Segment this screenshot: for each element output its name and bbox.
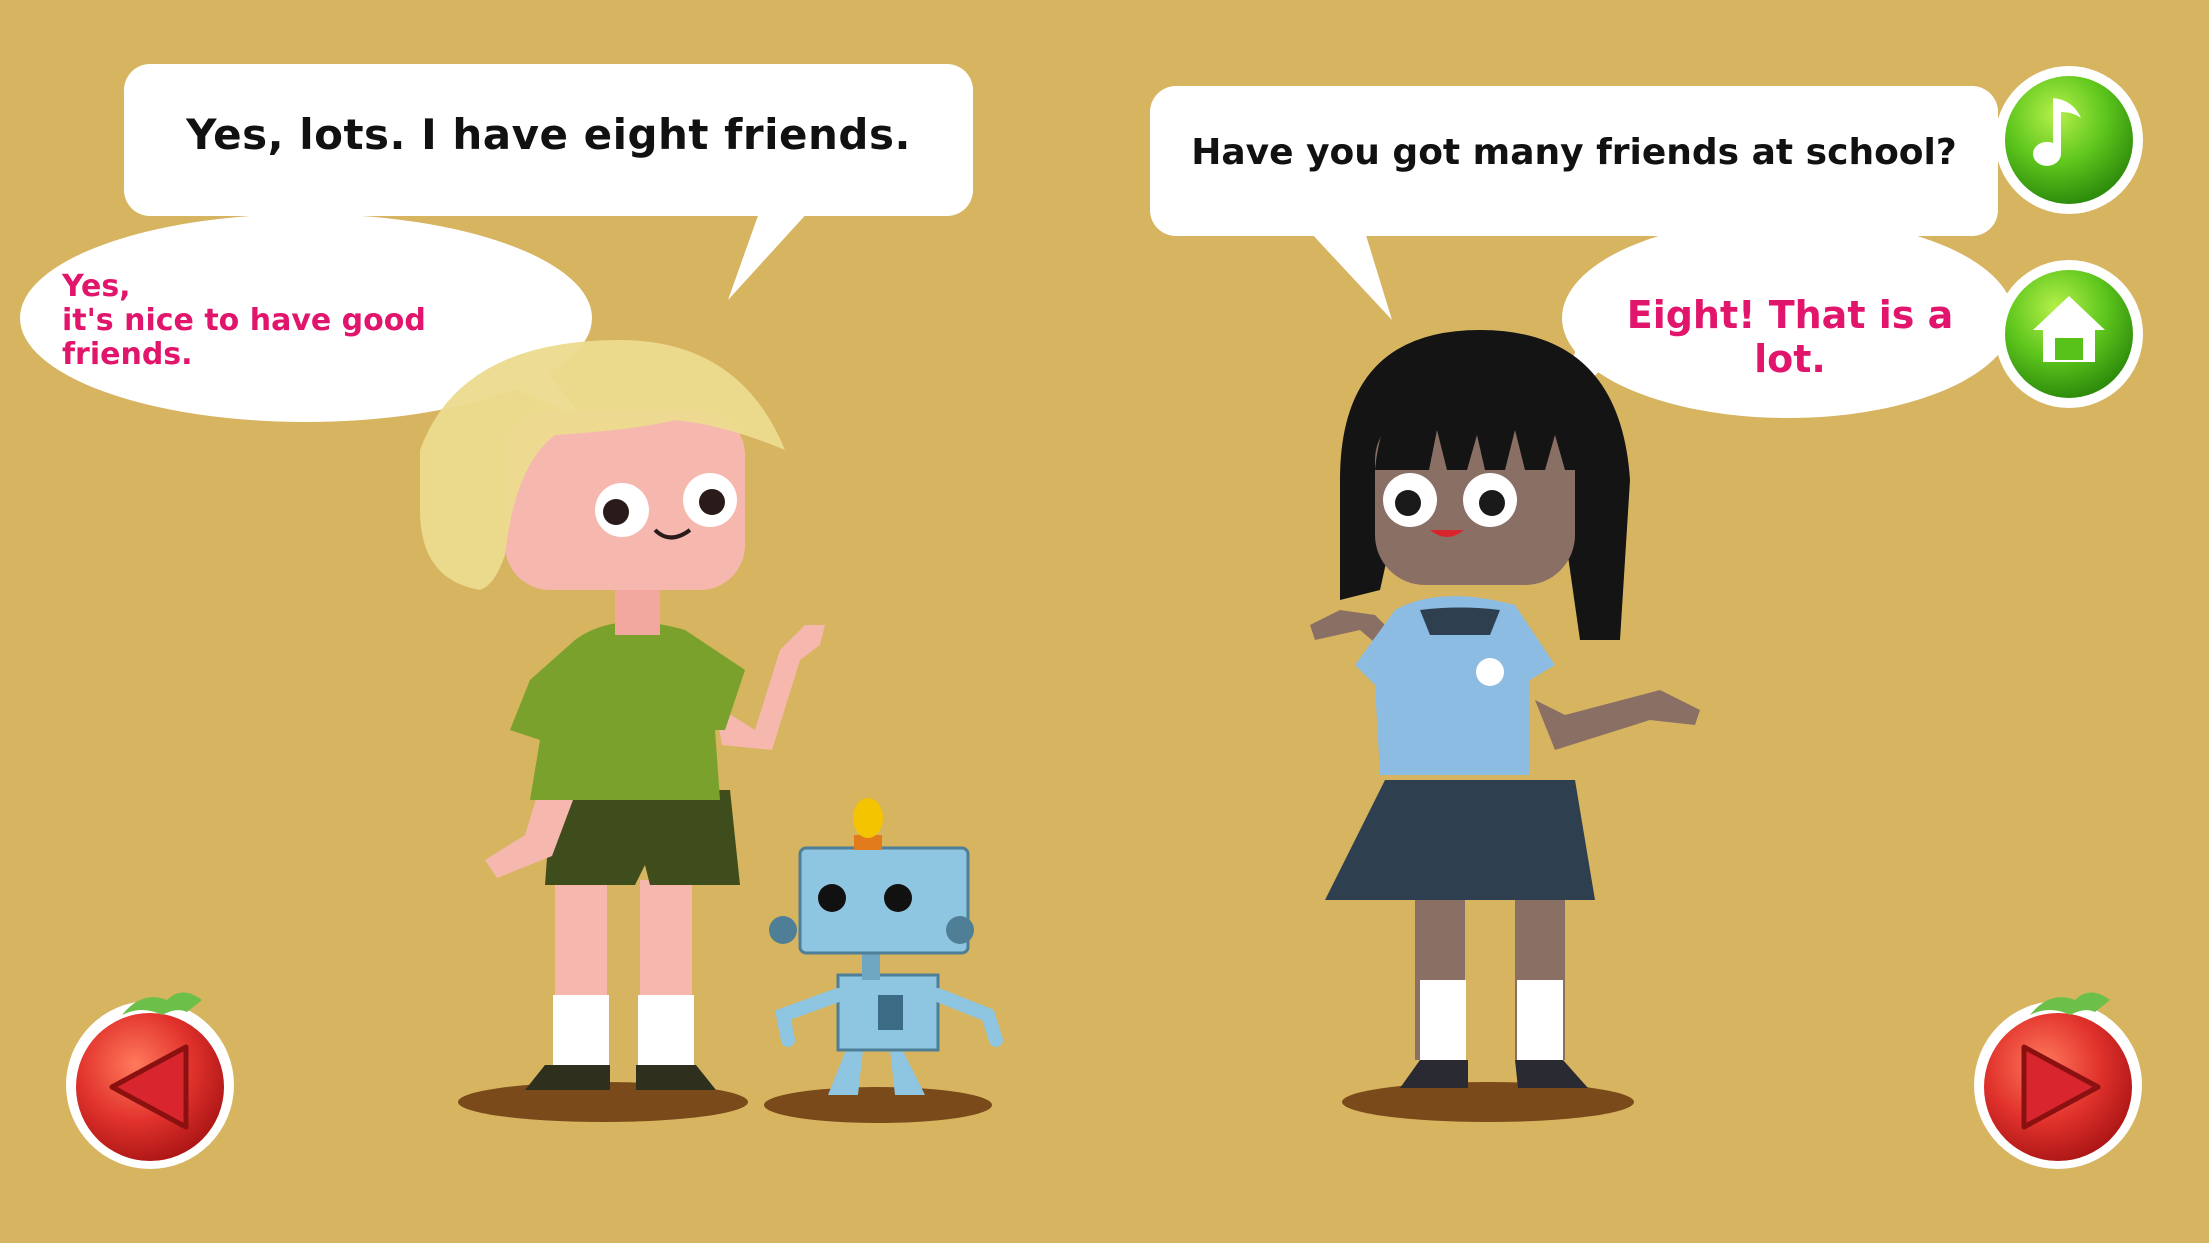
robot-character: [769, 798, 1003, 1095]
boy-second-text: Yes, it's nice to have good friends.: [62, 269, 426, 372]
storybook-page: Yes, lots. I have eight friends. Yes, it…: [0, 0, 2209, 1243]
boy-character: [420, 340, 825, 1090]
scene-illustration: [20, 64, 2014, 1123]
girl-second-text: Eight! That is a lot.: [1626, 293, 1954, 381]
next-page-button[interactable]: [1970, 985, 2146, 1171]
home-button[interactable]: [1993, 258, 2145, 410]
girl-question-text: Have you got many friends at school?: [1191, 132, 1957, 173]
boy-reply-text: Yes, lots. I have eight friends.: [186, 110, 911, 159]
girl-shadow: [1342, 1082, 1634, 1122]
audio-button[interactable]: [1993, 64, 2145, 216]
robot-shadow: [764, 1087, 992, 1123]
girl-character: [1310, 330, 1700, 1088]
previous-page-button[interactable]: [62, 985, 238, 1171]
